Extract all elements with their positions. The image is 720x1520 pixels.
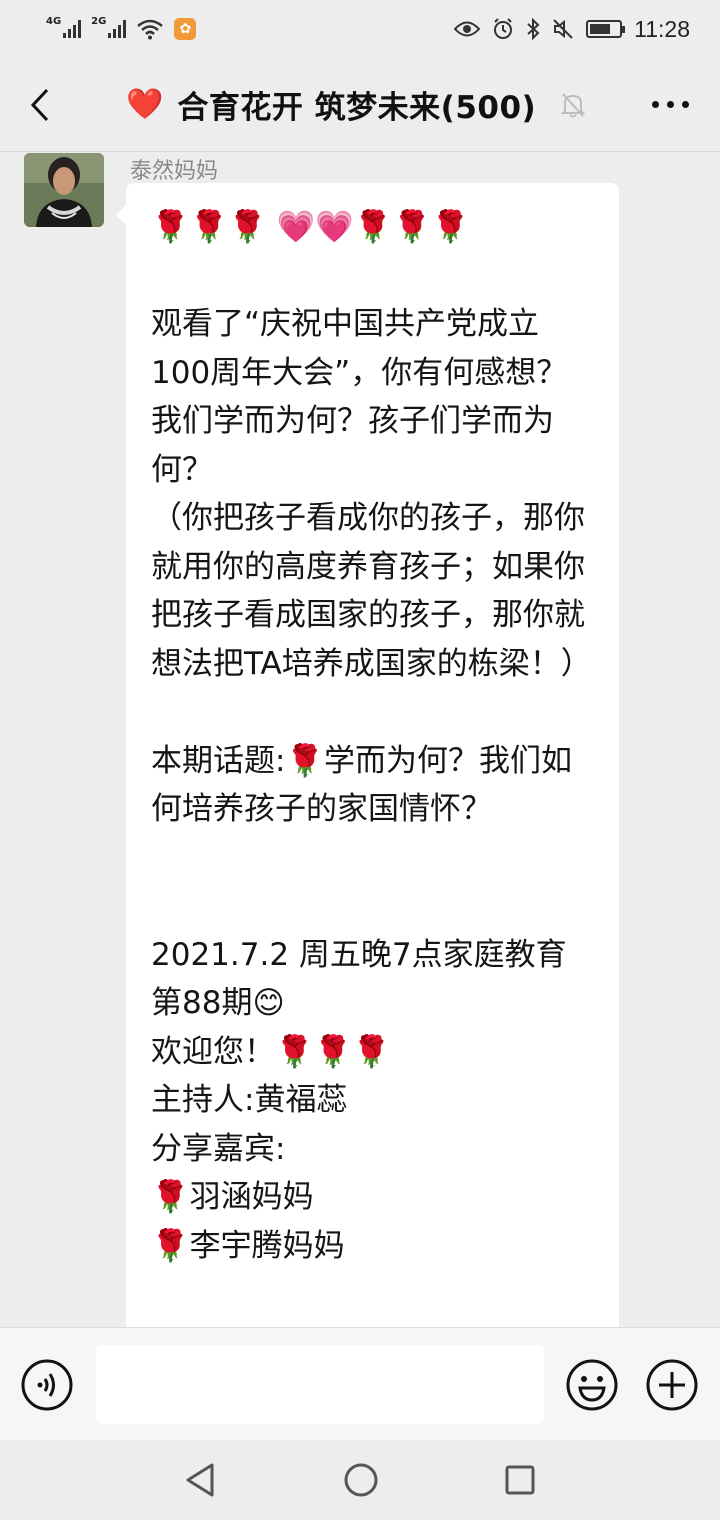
chat-messages[interactable]: 泰然妈妈 🌹🌹🌹 💗💗🌹🌹🌹 观看了“庆祝中国共产党成立100周年大会”，你有何… <box>0 153 720 1327</box>
more-button[interactable] <box>620 58 720 152</box>
group-title: 合育花开 筑梦未来(500) <box>177 90 537 126</box>
triangle-back-icon <box>186 1463 214 1497</box>
input-bar <box>0 1327 720 1440</box>
app-notification-icon: ✿ <box>174 18 197 40</box>
avatar[interactable] <box>24 153 104 227</box>
heart-emoji: ❤️ <box>126 87 164 122</box>
chat-header: ❤️ 合育花开 筑梦未来(500) <box>0 58 720 152</box>
muted-speaker-icon <box>553 19 573 39</box>
bluetooth-icon <box>527 18 540 40</box>
more-dot <box>651 101 659 108</box>
plus-icon <box>646 1359 698 1411</box>
voice-icon <box>21 1359 73 1411</box>
more-dot <box>666 101 674 108</box>
message-input[interactable] <box>96 1345 544 1424</box>
status-right: 11:28 <box>454 16 690 43</box>
emoji-icon <box>566 1359 618 1411</box>
group-title-wrap[interactable]: ❤️ 合育花开 筑梦未来(500) <box>126 82 586 127</box>
battery-fill <box>590 24 610 34</box>
more-dot <box>681 101 689 108</box>
sender-name: 泰然妈妈 <box>130 159 219 184</box>
net-label-4g: 4G <box>46 16 62 27</box>
wifi-icon <box>137 19 164 40</box>
battery-icon <box>586 20 626 38</box>
nav-home-button[interactable] <box>343 1462 379 1502</box>
net-label-2g: 2G <box>91 16 107 27</box>
chevron-left-icon <box>30 88 49 121</box>
status-left: 4G 2G ✿ <box>46 16 197 40</box>
square-recent-icon <box>505 1465 535 1495</box>
status-bar: 4G 2G ✿ 11:28 <box>0 0 720 58</box>
circle-home-icon <box>344 1463 378 1497</box>
bell-muted-icon <box>560 92 586 117</box>
back-button[interactable] <box>0 58 80 152</box>
system-nav-bar <box>0 1440 720 1520</box>
alarm-icon <box>494 18 513 39</box>
nav-back-button[interactable] <box>184 1462 216 1502</box>
message-bubble[interactable]: 🌹🌹🌹 💗💗🌹🌹🌹 观看了“庆祝中国共产党成立100周年大会”，你有何感想？我们… <box>116 183 619 1327</box>
eye-icon <box>454 21 481 37</box>
voice-button[interactable] <box>20 1358 74 1416</box>
avatar-photo <box>24 153 104 227</box>
signal-2g-icon: 2G <box>91 16 127 38</box>
plus-button[interactable] <box>645 1358 699 1416</box>
clock-time: 11:28 <box>634 15 690 42</box>
signal-4g-icon: 4G <box>46 16 82 38</box>
emoji-button[interactable] <box>565 1358 619 1416</box>
nav-recent-button[interactable] <box>504 1464 536 1500</box>
